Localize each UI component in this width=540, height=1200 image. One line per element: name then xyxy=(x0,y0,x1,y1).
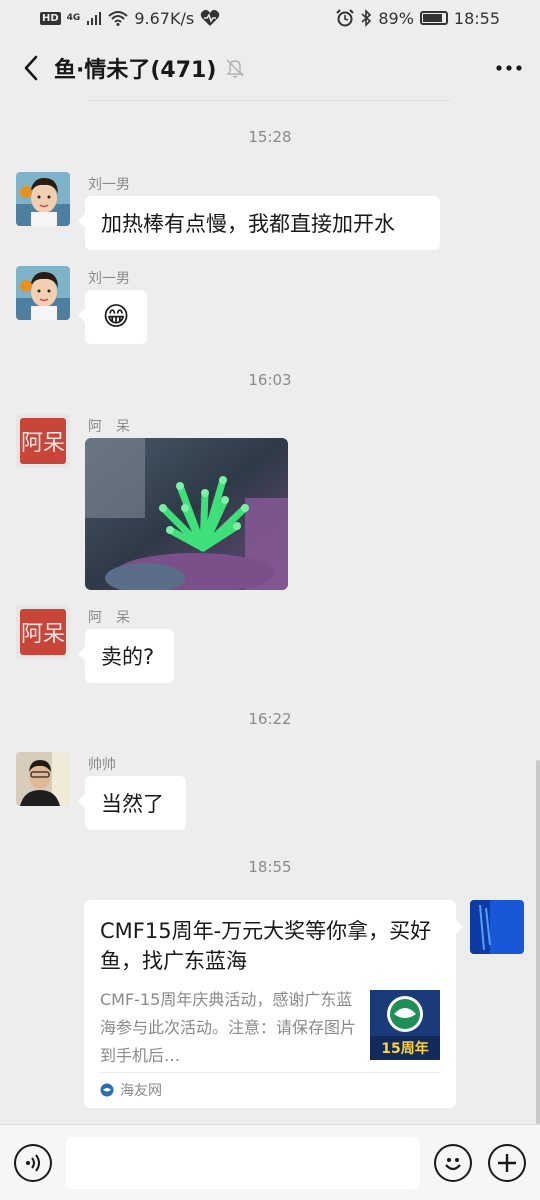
battery-percent: 89% xyxy=(378,8,414,28)
source-logo-icon xyxy=(100,1083,114,1097)
chat-title: 鱼·情未了(471) xyxy=(54,58,217,83)
avatar-self[interactable] xyxy=(470,900,524,954)
link-thumbnail: 15周年 xyxy=(370,990,440,1060)
scrollbar[interactable] xyxy=(536,760,540,1124)
message-text: 加热棒有点慢，我都直接加开水 xyxy=(101,212,395,236)
text-message-bubble[interactable]: 当然了 xyxy=(78,776,186,830)
message-row: 刘一男 😁 xyxy=(0,266,540,346)
message-row: 刘一男 加热棒有点慢，我都直接加开水 xyxy=(0,172,540,252)
message-row: 帅帅 当然了 xyxy=(0,752,540,832)
message-text: 当然了 xyxy=(101,792,164,816)
chat-messages[interactable]: 15:28 刘一男 加热棒有点慢，我都直接加开水 刘一男 😁 16:03 阿呆 … xyxy=(0,100,540,1124)
message-input[interactable] xyxy=(65,1136,421,1189)
previous-message-edge xyxy=(88,100,450,101)
timestamp: 18:55 xyxy=(248,858,292,876)
sender-name: 刘一男 xyxy=(88,271,130,287)
sender-name: 阿 呆 xyxy=(88,419,130,435)
link-source: 海友网 xyxy=(100,1080,162,1100)
link-description: CMF-15周年庆典活动，感谢广东蓝海参与此次活动。注意：请保存图片到手机后… xyxy=(100,990,357,1065)
bell-off-icon xyxy=(226,59,245,78)
avatar-logo-text: 阿呆 xyxy=(21,622,65,647)
message-row: 阿呆 阿 呆 xyxy=(0,414,540,594)
timestamp: 16:03 xyxy=(248,371,292,389)
network-label: 4G xyxy=(66,13,81,23)
avatar-adai[interactable]: 阿呆 xyxy=(16,605,70,659)
clock: 18:55 xyxy=(453,8,500,28)
message-text: 卖的? xyxy=(101,645,155,669)
status-right: 89% 18:55 xyxy=(336,9,500,28)
signal-icon xyxy=(87,12,102,25)
avatar-adai[interactable]: 阿呆 xyxy=(16,414,70,468)
thumb-text: 15周年 xyxy=(381,1040,428,1057)
hd-badge: HD xyxy=(40,11,61,25)
timestamp: 15:28 xyxy=(248,128,292,146)
status-left: HD 4G 9.67K/s xyxy=(40,9,220,28)
link-divider xyxy=(100,1072,440,1073)
chevron-left-icon[interactable] xyxy=(16,53,46,83)
message-row: 阿呆 阿 呆 卖的? xyxy=(0,605,540,685)
battery-icon xyxy=(419,11,448,25)
voice-icon[interactable] xyxy=(14,1143,52,1182)
avatar-shuaishuai[interactable] xyxy=(16,752,70,806)
avatar-liuyinan[interactable] xyxy=(16,172,70,226)
status-bar: HD 4G 9.67K/s 89% 18:55 xyxy=(0,0,540,36)
network-speed: 9.67K/s xyxy=(134,8,195,28)
bluetooth-icon xyxy=(361,9,372,27)
health-icon xyxy=(200,9,220,26)
grin-emoji: 😁 xyxy=(102,302,130,332)
sender-name: 帅帅 xyxy=(88,757,116,773)
text-message-bubble[interactable]: 加热棒有点慢，我都直接加开水 xyxy=(78,196,440,250)
timestamp: 16:22 xyxy=(248,710,292,728)
text-message-bubble[interactable]: 卖的? xyxy=(78,629,174,683)
input-bar xyxy=(0,1124,540,1200)
image-message[interactable] xyxy=(85,438,288,590)
avatar-logo-text: 阿呆 xyxy=(21,431,65,456)
link-title: CMF15周年-万元大奖等你拿，买好鱼，找广东蓝海 xyxy=(100,919,432,973)
link-body: CMF-15周年庆典活动，感谢广东蓝海参与此次活动。注意：请保存图片到手机后… … xyxy=(100,986,440,1070)
avatar-liuyinan[interactable] xyxy=(16,266,70,320)
alarm-icon xyxy=(336,9,355,27)
sender-name: 阿 呆 xyxy=(88,610,130,626)
plus-icon[interactable] xyxy=(488,1143,526,1182)
source-name: 海友网 xyxy=(120,1083,162,1099)
emoji-message-bubble[interactable]: 😁 xyxy=(78,290,147,344)
battery-fill xyxy=(422,14,443,22)
chat-header: 鱼·情未了(471) xyxy=(0,36,540,100)
emoji-icon[interactable] xyxy=(434,1143,473,1182)
shared-link-card[interactable]: CMF15周年-万元大奖等你拿，买好鱼，找广东蓝海 CMF-15周年庆典活动，感… xyxy=(84,900,463,1108)
wifi-icon xyxy=(108,11,128,26)
sender-name: 刘一男 xyxy=(88,177,130,193)
more-dots-icon[interactable] xyxy=(494,53,524,83)
